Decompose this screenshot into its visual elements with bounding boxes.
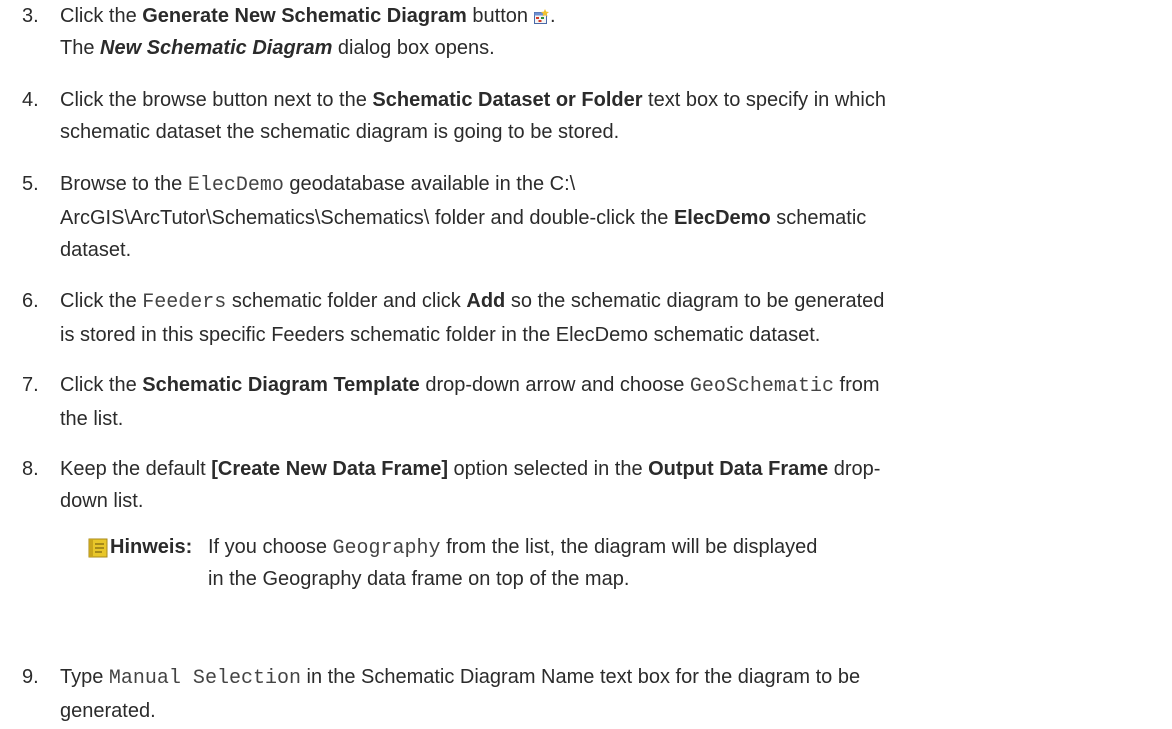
step-number: 3. xyxy=(22,5,39,27)
step-text-part: from xyxy=(833,374,880,396)
step-number: 8. xyxy=(22,458,39,480)
step-text-part: schematic xyxy=(770,207,867,229)
step-number: 9. xyxy=(22,666,39,688)
step-number: 5. xyxy=(22,173,39,195)
step-text-part: generated. xyxy=(60,700,156,722)
step-text-part: Browse to the xyxy=(60,173,188,195)
step-text-part: Click the xyxy=(60,5,143,27)
step-text-part: the list. xyxy=(60,408,124,430)
step-text-part: drop-down arrow and choose xyxy=(419,374,690,396)
ui-term: [Create New Data Frame] xyxy=(211,458,448,480)
step-text-part: so the schematic diagram to be generated xyxy=(505,290,885,312)
step-text-part: dialog box opens. xyxy=(332,37,495,59)
step-text-part: Click the xyxy=(60,374,143,396)
step-number: 4. xyxy=(22,89,39,111)
step-text-part: Click the xyxy=(60,290,143,312)
step-text-part: down list. xyxy=(60,490,144,512)
step-text-part: Type xyxy=(60,666,109,688)
step-text-part: schematic dataset the schematic diagram … xyxy=(60,121,620,143)
step-text: Click the Schematic Diagram Template dro… xyxy=(60,369,1168,435)
note-text-part: If you choose xyxy=(208,536,333,558)
document-page: 3. Click the Generate New Schematic Diag… xyxy=(0,0,1172,729)
note-icon xyxy=(88,538,108,558)
ui-term: Output Data Frame xyxy=(648,458,829,480)
code-term: Manual Selection xyxy=(108,667,301,690)
step-text: Keep the default [Create New Data Frame]… xyxy=(60,453,1168,517)
step-text-part: in the Schematic Diagram Name text box f… xyxy=(300,666,861,688)
step-text-part: drop- xyxy=(828,458,881,480)
ui-term: Schematic Dataset or Folder xyxy=(372,89,643,111)
generate-schematic-diagram-icon xyxy=(534,9,550,24)
code-term: GeoSchematic xyxy=(689,375,834,398)
step-text-part: The xyxy=(60,37,101,59)
note-text-part: from the list, the diagram will be displ… xyxy=(440,536,818,558)
step-number: 7. xyxy=(22,374,39,396)
note-text: If you choose Geography from the list, t… xyxy=(208,532,1108,594)
note-label: Hinweis: xyxy=(110,536,193,558)
dialog-name: New Schematic Diagram xyxy=(100,37,333,59)
step-text: Click the Generate New Schematic Diagram… xyxy=(60,0,1168,64)
code-term: ElecDemo xyxy=(187,174,284,197)
step-text-part: text box to specify in which xyxy=(642,89,886,111)
step-text-part: is stored in this specific Feeders schem… xyxy=(60,324,821,346)
note-text-part: in the Geography data frame on top of th… xyxy=(208,568,630,590)
step-text-part: option selected in the xyxy=(447,458,649,480)
step-text: Type Manual Selection in the Schematic D… xyxy=(60,661,1168,727)
code-term: Geography xyxy=(332,537,441,560)
step-text-part: dataset. xyxy=(60,239,132,261)
step-text: Browse to the ElecDemo geodatabase avail… xyxy=(60,168,1168,266)
step-text-part: . xyxy=(550,5,556,27)
step-text-part: Keep the default xyxy=(60,458,212,480)
step-text: Click the browse button next to the Sche… xyxy=(60,84,1168,148)
step-text-part: schematic folder and click xyxy=(226,290,467,312)
code-term: Feeders xyxy=(142,291,227,314)
ui-term: ElecDemo xyxy=(673,207,771,229)
step-number: 6. xyxy=(22,290,39,312)
step-text: Click the Feeders schematic folder and c… xyxy=(60,285,1168,351)
step-text-part: button xyxy=(466,5,529,27)
step-text-part: ArcGIS\ArcTutor\Schematics\Schematics\ f… xyxy=(60,207,674,229)
ui-term: Schematic Diagram Template xyxy=(142,374,420,396)
ui-term: Generate New Schematic Diagram xyxy=(142,5,467,27)
step-text-part: Click the browse button next to the xyxy=(60,89,373,111)
step-text-part: geodatabase available in the C:\ xyxy=(283,173,576,195)
ui-term: Add xyxy=(466,290,506,312)
